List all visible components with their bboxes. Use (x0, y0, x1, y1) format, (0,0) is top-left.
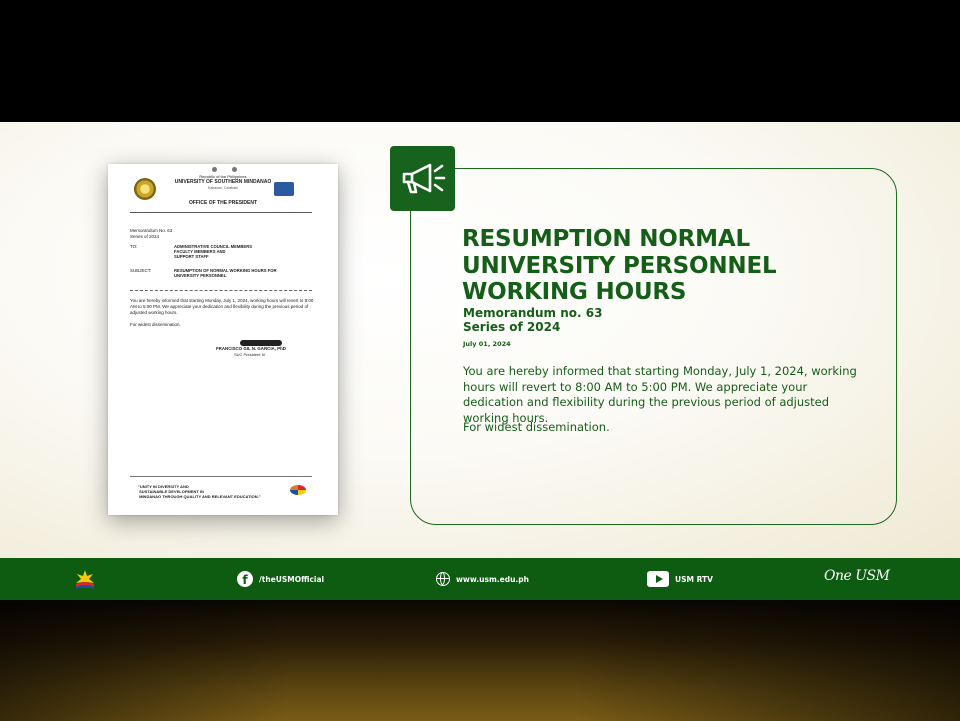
memo-number-label: Memorandum no. 63 (463, 306, 603, 320)
youtube-channel: USM RTV (675, 574, 713, 584)
youtube-link[interactable]: USM RTV (647, 558, 713, 600)
top-black-band (0, 0, 960, 122)
announcement-panel: Republic of the Philippines UNIVERSITY O… (0, 122, 960, 558)
binder-hole (232, 167, 237, 172)
memo-dashed-divider (130, 290, 312, 291)
facebook-icon: f (237, 571, 253, 587)
memo-date: July 01, 2024 (463, 340, 511, 348)
memo-university: UNIVERSITY OF SOUTHERN MINDANAO (174, 179, 272, 185)
bagong-pilipinas-logo-icon (290, 485, 306, 495)
title-line: UNIVERSITY PERSONNEL (462, 252, 777, 279)
binder-hole (212, 167, 217, 172)
memo-subject-label: SUBJECT: (130, 268, 152, 273)
memo-office: OFFICE OF THE PRESIDENT (188, 200, 258, 206)
title-line: RESUMPTION NORMAL (462, 226, 750, 252)
memo-location: Kabacan, Cotabato (208, 186, 238, 190)
memo-footer-tagline: "UNITY IN DIVERSITY AND SUSTAINABLE DEVE… (138, 484, 261, 499)
youtube-icon (647, 571, 669, 587)
title-line: WORKING HOURS (462, 279, 687, 305)
facebook-handle: /theUSMOfficial (259, 574, 325, 584)
memo-footer-divider (130, 476, 312, 477)
website-url: www.usm.edu.ph (456, 574, 529, 584)
memo-series: Series of 2024 (130, 234, 160, 239)
announcement-title: RESUMPTION NORMAL UNIVERSITY PERSONNEL W… (462, 226, 882, 306)
memo-to-label: TO: (130, 244, 138, 249)
announcement-message: You are hereby informed that starting Mo… (463, 364, 857, 425)
footer-bar: f /theUSMOfficial www.usm.edu.ph USM RTV (0, 558, 960, 600)
facebook-link[interactable]: f /theUSMOfficial (237, 558, 324, 600)
bottom-gradient-band (0, 600, 960, 721)
memo-document: Republic of the Philippines UNIVERSITY O… (108, 164, 338, 515)
bagong-pilipinas-logo-icon (76, 570, 94, 589)
memo-dissemination: For widest dissemination. (130, 322, 181, 327)
memo-subject-value: RESUMPTION OF NORMAL WORKING HOURS FOR U… (174, 268, 277, 278)
website-link[interactable]: www.usm.edu.ph (436, 558, 529, 600)
memo-series-label: Series of 2024 (463, 320, 561, 334)
memo-body: You are hereby informed that starting Mo… (130, 298, 314, 315)
memo-divider (130, 212, 312, 213)
memo-signatory-role: SUC President IV (234, 352, 266, 357)
memo-number: Memorandum No. 63 (130, 228, 173, 233)
memo-signatory-name: FRANCISCO GIL N. GARCIA, PhD (216, 346, 286, 351)
one-usm-slogan: One USM (824, 568, 890, 584)
memo-to-value: ADMINISTRATIVE COUNCIL MEMBERS FACULTY M… (174, 244, 253, 259)
announcement-dissemination: For widest dissemination. (463, 420, 610, 434)
globe-icon (436, 572, 450, 586)
megaphone-icon (390, 146, 455, 211)
